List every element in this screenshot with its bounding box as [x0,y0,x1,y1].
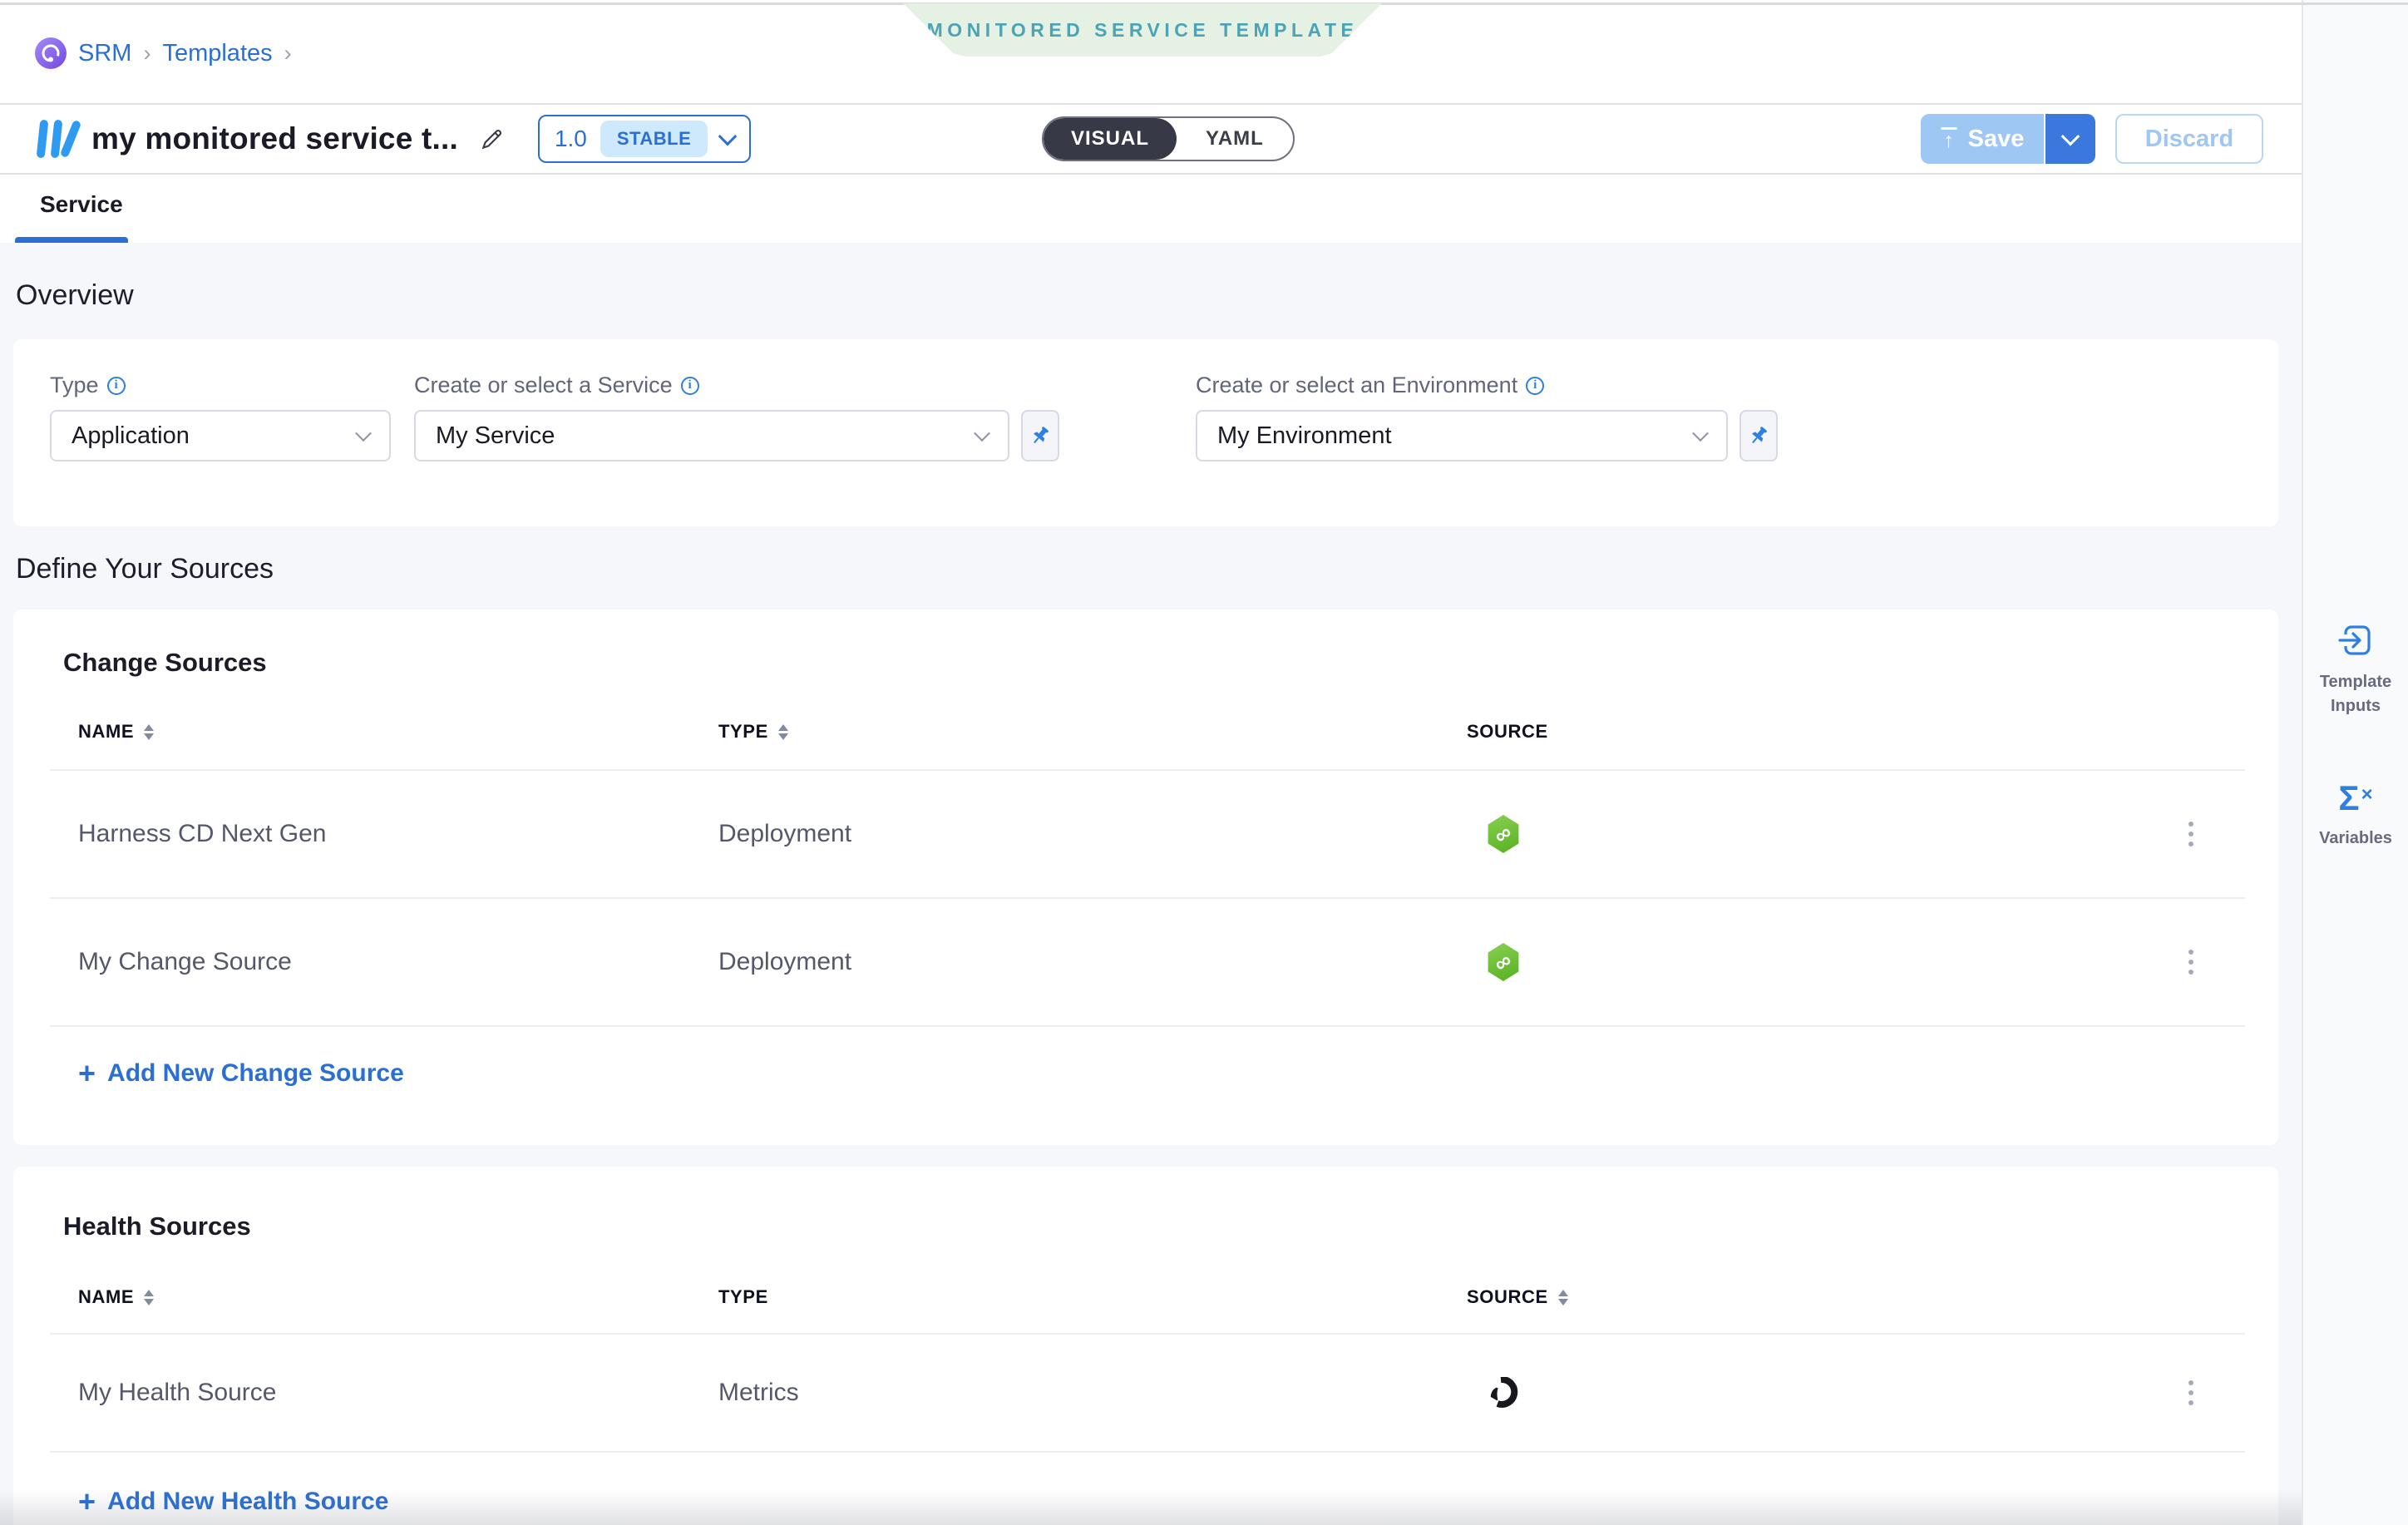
tab-bar: Service [0,175,2302,243]
change-source-type: Deployment [718,948,1467,976]
monitored-service-template-page: MONITORED SERVICE TEMPLATE SRM › Templat… [0,0,2408,1525]
template-inputs-button[interactable]: Template Inputs [2310,620,2401,718]
type-label: Type [50,373,99,398]
tab-service[interactable]: Service [40,191,123,218]
visual-yaml-toggle: VISUAL YAML [1042,116,1295,161]
chevron-down-icon [2061,127,2080,146]
srm-logo-icon [35,37,67,69]
health-source-type: Metrics [718,1379,1467,1407]
column-header-name[interactable]: NAME [78,721,718,743]
sort-icon [144,1290,154,1305]
change-source-name: My Change Source [78,948,718,976]
health-sources-header-row: NAME TYPE SOURCE [63,1261,2245,1333]
content-area: Overview Type i Application [0,243,2302,1525]
overview-card: Type i Application Create or select a Se… [13,339,2278,526]
title-bar: my monitored service t... 1.0 STABLE VIS… [0,105,2302,175]
change-sources-card: Change Sources NAME TYPE SOURCE [13,610,2278,1145]
change-source-name: Harness CD Next Gen [78,820,718,848]
chevron-down-icon [355,425,372,442]
breadcrumb-templates-link[interactable]: Templates [162,40,272,67]
sort-icon [778,724,788,740]
page-title: my monitored service t... [91,121,458,156]
info-icon[interactable]: i [1526,377,1544,395]
toggle-yaml[interactable]: YAML [1177,118,1293,160]
kebab-menu-icon[interactable] [2183,945,2198,980]
right-rail: Template Inputs Σ × Variables [2302,0,2408,1525]
save-upload-icon: ↑ [1941,127,1957,151]
service-pin-button[interactable] [1021,410,1059,461]
appdynamics-source-icon [1487,1377,1518,1409]
save-options-button[interactable] [2044,114,2095,164]
breadcrumb-separator: › [143,41,150,67]
kebab-menu-icon[interactable] [2183,1375,2198,1410]
breadcrumb-separator: › [284,41,292,67]
plus-icon: + [78,1489,96,1514]
discard-button[interactable]: Discard [2115,114,2263,164]
chevron-down-icon [1692,425,1709,442]
type-select[interactable]: Application [50,410,391,461]
change-sources-title: Change Sources [63,648,2245,678]
chevron-down-icon [974,425,990,442]
type-field: Type i Application [50,373,391,461]
add-new-change-source-button[interactable]: + Add New Change Source [78,1059,404,1088]
active-tab-underline [15,237,128,243]
template-library-icon [37,117,78,160]
service-field: Create or select a Service i My Service [414,373,1059,461]
service-label: Create or select a Service [414,373,673,398]
template-type-badge: MONITORED SERVICE TEMPLATE [903,3,1382,57]
version-number: 1.0 [555,126,587,152]
harness-cd-source-icon: ∞ [1487,815,1520,853]
define-sources-heading: Define Your Sources [16,555,2302,583]
pin-icon [1029,425,1051,447]
toggle-visual[interactable]: VISUAL [1044,118,1177,160]
environment-select-value: My Environment [1217,422,1392,450]
version-status-chip: STABLE [600,121,708,157]
health-source-name: My Health Source [78,1379,718,1407]
environment-select[interactable]: My Environment [1196,410,1728,461]
column-header-source: SOURCE [1467,721,2183,743]
health-sources-title: Health Sources [63,1212,2245,1241]
environment-pin-button[interactable] [1739,410,1778,461]
chevron-down-icon [718,127,738,146]
plus-icon: + [78,1061,96,1086]
environment-label: Create or select an Environment [1196,373,1517,398]
table-row[interactable]: Harness CD Next Gen Deployment ∞ [63,771,2245,897]
variables-label: Variables [2319,827,2392,851]
change-sources-header-row: NAME TYPE SOURCE [63,694,2245,769]
type-select-value: Application [72,422,190,450]
column-header-source[interactable]: SOURCE [1467,1286,2183,1308]
save-button-label: Save [1968,126,2025,153]
health-sources-card: Health Sources NAME TYPE SOURCE [13,1167,2278,1525]
header-actions: ↑ Save Discard [1921,114,2263,164]
edit-title-button[interactable] [476,123,508,155]
template-inputs-icon [2336,620,2376,660]
kebab-menu-icon[interactable] [2183,817,2198,851]
sort-icon [1558,1290,1568,1305]
main-column: SRM › Templates › my monitored service t… [0,0,2302,1525]
info-icon[interactable]: i [107,377,126,395]
column-header-type: TYPE [718,1286,1467,1308]
template-type-badge-label: MONITORED SERVICE TEMPLATE [927,19,1359,42]
overview-heading: Overview [16,281,2302,309]
table-row[interactable]: My Change Source Deployment ∞ [63,899,2245,1025]
template-inputs-label: Template Inputs [2310,670,2401,718]
harness-cd-source-icon: ∞ [1487,943,1520,981]
pin-icon [1748,425,1769,447]
save-button[interactable]: ↑ Save [1921,114,2044,164]
variables-button[interactable]: Σ × Variables [2310,780,2401,851]
service-select[interactable]: My Service [414,410,1009,461]
sort-icon [144,724,154,740]
info-icon[interactable]: i [681,377,699,395]
breadcrumb-srm-link[interactable]: SRM [78,40,131,67]
variables-icon: Σ × [2338,780,2372,817]
add-new-health-source-button[interactable]: + Add New Health Source [78,1488,388,1516]
edit-pencil-icon [480,126,505,151]
table-row[interactable]: My Health Source Metrics [63,1335,2245,1451]
environment-field: Create or select an Environment i My Env… [1196,373,1778,461]
service-select-value: My Service [436,422,555,450]
version-selector[interactable]: 1.0 STABLE [538,115,751,163]
change-source-type: Deployment [718,820,1467,848]
column-header-name[interactable]: NAME [78,1286,718,1308]
column-header-type[interactable]: TYPE [718,721,1467,743]
